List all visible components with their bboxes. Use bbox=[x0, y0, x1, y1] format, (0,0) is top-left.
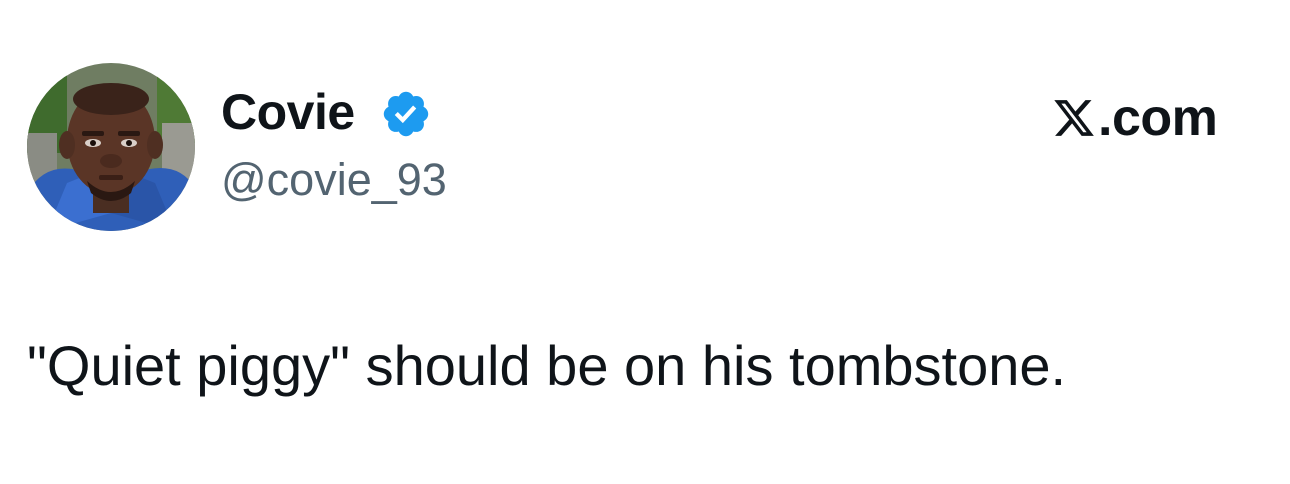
verified-checkmark-icon bbox=[383, 91, 429, 137]
x-logo-icon bbox=[1054, 100, 1094, 136]
avatar-photo-icon bbox=[27, 63, 195, 231]
author-display-name[interactable]: Covie bbox=[221, 80, 355, 144]
author-handle[interactable]: @covie_93 bbox=[221, 150, 447, 210]
author-avatar[interactable] bbox=[27, 63, 195, 231]
tweet-text: "Quiet piggy" should be on his tombstone… bbox=[27, 334, 1067, 397]
source-brand[interactable]: .com bbox=[1052, 86, 1218, 150]
tweet-card: Covie @covie_93 .com "Quiet piggy" shoul… bbox=[0, 0, 1290, 484]
source-domain: .com bbox=[1098, 89, 1218, 147]
